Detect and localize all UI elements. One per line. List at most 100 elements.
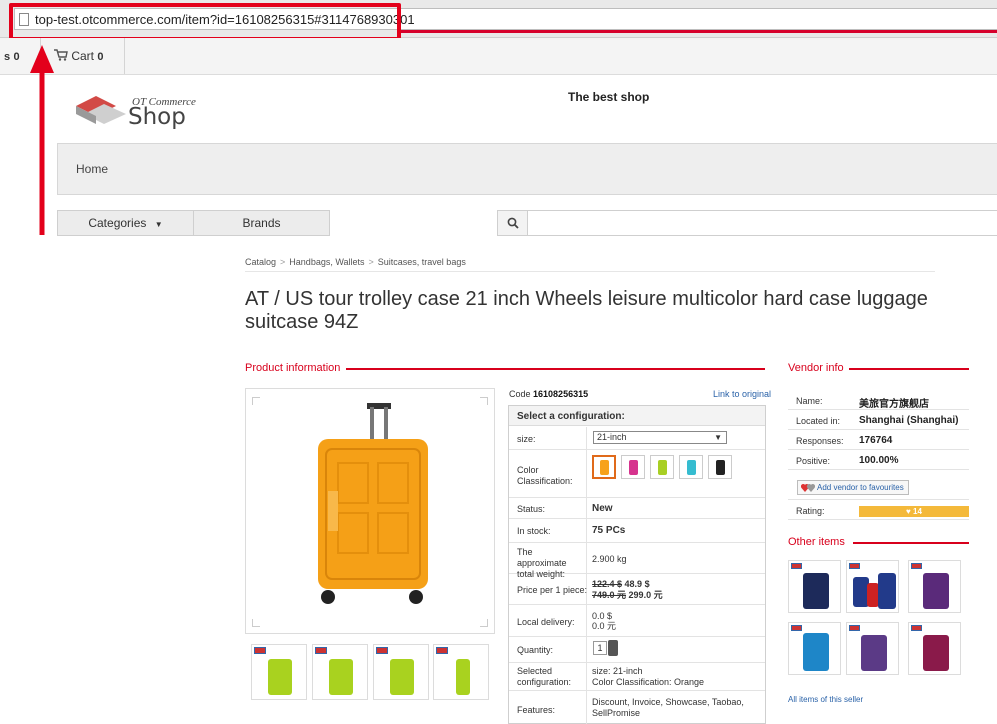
vendor-responses-value: 176764 bbox=[859, 435, 893, 446]
categories-dropdown[interactable]: Categories ▼ bbox=[57, 210, 194, 236]
vendor-positive-label: Positive: bbox=[796, 456, 831, 466]
other-item-suitcase bbox=[861, 635, 887, 671]
product-main-image[interactable] bbox=[245, 388, 495, 634]
delivery-cny: 0.0 元 bbox=[592, 621, 617, 631]
vendor-location-value: Shanghai (Shanghai) bbox=[859, 415, 959, 426]
other-item-suitcase bbox=[803, 633, 829, 671]
features-value: Discount, Invoice, Showcase, Taobao, Sel… bbox=[592, 697, 744, 718]
vendor-rating-badge: ♥ 14 bbox=[859, 506, 969, 517]
swatch-fill bbox=[687, 460, 696, 475]
image-corner bbox=[252, 397, 260, 405]
other-item-thumbnail[interactable] bbox=[846, 560, 899, 613]
search-input[interactable] bbox=[527, 210, 997, 236]
selected-size: size: 21-inch bbox=[592, 666, 643, 676]
flag-icon bbox=[911, 625, 922, 631]
color-swatch-black[interactable] bbox=[708, 455, 732, 479]
other-item-suitcase bbox=[878, 573, 896, 609]
product-thumbnail[interactable] bbox=[312, 644, 368, 700]
config-title: Select a configuration: bbox=[509, 406, 765, 426]
favorites-count[interactable]: s 0 bbox=[4, 38, 20, 74]
nav-home-link[interactable]: Home bbox=[76, 162, 108, 176]
other-item-suitcase bbox=[803, 573, 829, 609]
color-swatch-green[interactable] bbox=[650, 455, 674, 479]
cart-link[interactable]: Cart 0 bbox=[54, 38, 103, 74]
logo-mark-icon bbox=[76, 96, 126, 124]
vendor-row-responses: Responses: 176764 bbox=[788, 430, 969, 450]
product-info-heading: Product information bbox=[245, 362, 341, 374]
section-divider bbox=[849, 368, 969, 370]
color-swatch-orange[interactable] bbox=[592, 455, 616, 479]
color-swatch-pink[interactable] bbox=[621, 455, 645, 479]
other-item-thumbnail[interactable] bbox=[788, 622, 841, 675]
search-button[interactable] bbox=[497, 210, 528, 236]
other-item-suitcase bbox=[923, 635, 949, 671]
image-corner bbox=[252, 619, 260, 627]
swatch-fill bbox=[716, 460, 725, 475]
caret-down-icon: ▼ bbox=[154, 220, 163, 229]
breadcrumb-item[interactable]: Handbags, Wallets bbox=[289, 257, 364, 267]
vendor-location-label: Located in: bbox=[796, 416, 841, 426]
configuration-panel: Select a configuration: size: 21-inch ▼ C… bbox=[508, 405, 766, 724]
config-row-weight: The approximate total weight: 2.900 kg bbox=[509, 543, 765, 579]
product-thumbnail[interactable] bbox=[373, 644, 429, 700]
breadcrumb: Catalog > Handbags, Wallets > Suitcases, tra… bbox=[245, 257, 466, 267]
add-vendor-favourites-button[interactable]: Add vendor to favourites bbox=[797, 480, 909, 495]
color-label: Color Classification: bbox=[517, 465, 573, 486]
main-navbar: Home bbox=[57, 143, 997, 195]
vendor-rating-label: Rating: bbox=[796, 506, 825, 516]
flag-icon bbox=[791, 563, 802, 569]
user-topbar: s 0 Cart 0 bbox=[0, 38, 997, 75]
features-label: Features: bbox=[517, 705, 556, 715]
config-row-features: Features: Discount, Invoice, Showcase, T… bbox=[509, 691, 765, 724]
other-items-heading: Other items bbox=[788, 536, 845, 548]
other-item-thumbnail[interactable] bbox=[908, 622, 961, 675]
quantity-label: Quantity: bbox=[517, 645, 554, 655]
thumbnail-suitcase bbox=[268, 659, 292, 695]
vendor-row-positive: Positive: 100.00% bbox=[788, 450, 969, 470]
quantity-input[interactable]: 1 bbox=[593, 641, 607, 655]
flag-icon bbox=[436, 647, 448, 654]
flag-icon bbox=[254, 647, 266, 654]
other-item-thumbnail[interactable] bbox=[846, 622, 899, 675]
config-row-color: Color Classification: bbox=[509, 450, 765, 498]
cart-count: 0 bbox=[97, 51, 104, 63]
selected-color: Color Classification: Orange bbox=[592, 677, 705, 687]
vendor-name-value[interactable]: 美旅官方旗舰店 bbox=[859, 395, 929, 410]
stock-value: 75 PCs bbox=[592, 525, 626, 536]
other-item-thumbnail[interactable] bbox=[908, 560, 961, 613]
thumbnail-suitcase bbox=[456, 659, 470, 695]
config-row-stock: In stock: 75 PCs bbox=[509, 519, 765, 543]
thumbnail-suitcase bbox=[329, 659, 353, 695]
vendor-name-label: Name: bbox=[796, 396, 823, 406]
breadcrumb-item[interactable]: Catalog bbox=[245, 257, 276, 267]
quantity-stepper[interactable] bbox=[608, 640, 618, 656]
delivery-label: Local delivery: bbox=[517, 617, 575, 627]
flag-icon bbox=[849, 625, 860, 631]
product-title: AT / US tour trolley case 21 inch Wheels… bbox=[245, 288, 928, 333]
swatch-fill bbox=[658, 460, 667, 475]
config-row-size: size: 21-inch ▼ bbox=[509, 427, 765, 450]
config-row-status: Status: New bbox=[509, 498, 765, 519]
breadcrumb-item[interactable]: Suitcases, travel bags bbox=[378, 257, 466, 267]
breadcrumb-separator: > bbox=[280, 257, 286, 267]
color-swatch-cyan[interactable] bbox=[679, 455, 703, 479]
other-item-suitcase bbox=[923, 573, 949, 609]
config-row-price: Price per 1 piece: 122.4 $ 48.9 $ 749.0 … bbox=[509, 574, 765, 605]
size-select[interactable]: 21-inch ▼ bbox=[593, 431, 727, 444]
link-to-original[interactable]: Link to original bbox=[713, 389, 771, 399]
product-code-value: 16108256315 bbox=[533, 389, 589, 399]
product-thumbnail[interactable] bbox=[251, 644, 307, 700]
site-slogan: The best shop bbox=[568, 90, 650, 104]
thumbnail-suitcase bbox=[390, 659, 414, 695]
logo-title: Shop bbox=[128, 104, 186, 130]
config-row-delivery: Local delivery: 0.0 $ 0.0 元 bbox=[509, 605, 765, 637]
brands-tab[interactable]: Brands bbox=[193, 210, 330, 236]
swatch-fill bbox=[629, 460, 638, 475]
product-thumbnail[interactable] bbox=[433, 644, 489, 700]
all-seller-items-link[interactable]: All items of this seller bbox=[788, 695, 863, 704]
site-logo[interactable]: OT Commerce Shop bbox=[74, 88, 204, 130]
section-divider bbox=[346, 368, 765, 370]
categories-label: Categories bbox=[88, 216, 147, 230]
flag-icon bbox=[911, 563, 922, 569]
other-item-thumbnail[interactable] bbox=[788, 560, 841, 613]
